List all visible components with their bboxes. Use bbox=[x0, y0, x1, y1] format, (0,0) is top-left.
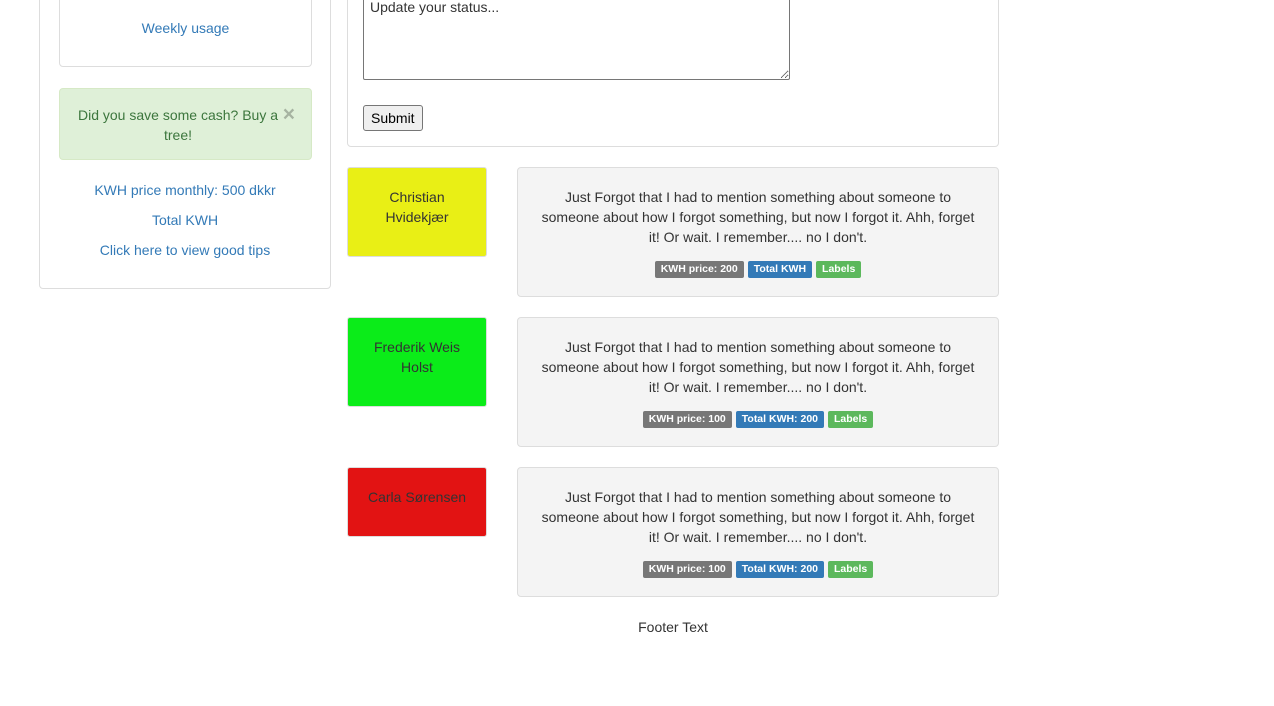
post-author: Christian Hvidekjær bbox=[347, 167, 487, 257]
status-input[interactable] bbox=[363, 0, 790, 80]
footer-text: Footer Text bbox=[638, 619, 708, 635]
label-badge: Total KWH: 200 bbox=[735, 411, 824, 428]
post-text: Just Forgot that I had to mention someth… bbox=[541, 189, 975, 245]
weekly-usage-link[interactable]: Weekly usage bbox=[142, 20, 230, 36]
submit-button[interactable]: Submit bbox=[363, 105, 423, 131]
post-author: Frederik Weis Holst bbox=[347, 317, 487, 407]
label-badge: KWH price: 200 bbox=[654, 261, 744, 278]
label-badge: Labels bbox=[828, 561, 874, 578]
alert-text: Did you save some cash? Buy a tree! bbox=[78, 107, 278, 143]
label-badge: Labels bbox=[816, 261, 862, 278]
label-badge: Total KWH: 200 bbox=[735, 561, 824, 578]
author-name: Carla Sørensen bbox=[367, 489, 467, 505]
author-name: Frederik Weis Holst bbox=[373, 339, 461, 375]
post-text: Just Forgot that I had to mention someth… bbox=[541, 489, 975, 545]
post-author: Carla Sørensen bbox=[347, 467, 487, 537]
good-tips-link[interactable]: Click here to view good tips bbox=[39, 240, 331, 260]
post-card: Just Forgot that I had to mention someth… bbox=[517, 317, 999, 447]
author-name: Christian Hvidekjær bbox=[385, 189, 449, 225]
label-badge: KWH price: 100 bbox=[642, 411, 732, 428]
post-text: Just Forgot that I had to mention someth… bbox=[541, 339, 975, 395]
label-badge: KWH price: 100 bbox=[642, 561, 732, 578]
close-icon[interactable]: × bbox=[283, 104, 295, 125]
label-badge: Labels bbox=[828, 411, 874, 428]
label-badge: Total KWH bbox=[747, 261, 813, 278]
alert-success: Did you save some cash? Buy a tree! × bbox=[59, 88, 312, 160]
weekly-usage-panel: Weekly usage bbox=[59, 0, 312, 67]
post-labels: KWH price: 100 Total KWH: 200 Labels bbox=[538, 411, 978, 432]
kwh-price-monthly-link[interactable]: KWH price monthly: 500 dkkr bbox=[39, 180, 331, 200]
post-labels: KWH price: 200 Total KWH Labels bbox=[538, 261, 978, 282]
post-labels: KWH price: 100 Total KWH: 200 Labels bbox=[538, 561, 978, 582]
post-card: Just Forgot that I had to mention someth… bbox=[517, 167, 999, 297]
post-card: Just Forgot that I had to mention someth… bbox=[517, 467, 999, 597]
total-kwh-link[interactable]: Total KWH bbox=[39, 210, 331, 230]
